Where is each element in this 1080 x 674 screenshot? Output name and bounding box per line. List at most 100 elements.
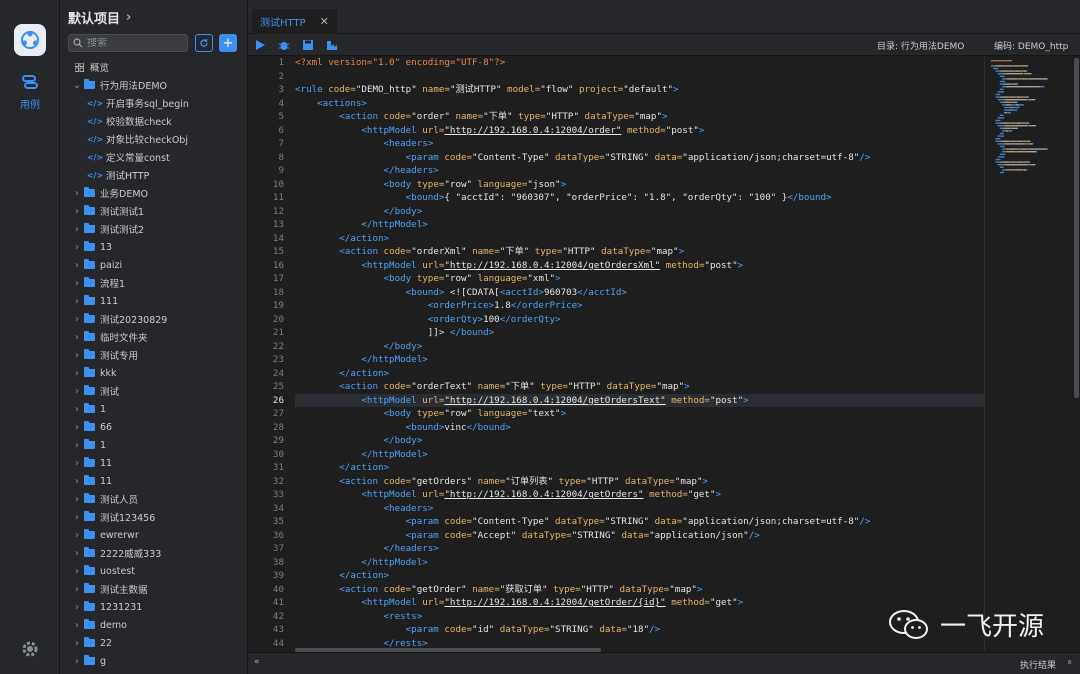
tree-file[interactable]: </> 对象比较checkObj <box>60 130 247 148</box>
chevron-right-icon[interactable]: › <box>72 206 82 217</box>
code-line[interactable]: <httpModel url="http://192.168.0.4:12004… <box>295 488 984 502</box>
code-line[interactable]: </headers> <box>295 164 984 178</box>
code-line[interactable]: <rests> <box>295 610 984 624</box>
code-line[interactable]: <param code="Accept" dataType="STRING" d… <box>295 529 984 543</box>
tree-folder[interactable]: › 业务DEMO <box>60 184 247 202</box>
code-line[interactable]: <bound>{ "acctId": "960307", "orderPrice… <box>295 191 984 205</box>
app-logo[interactable] <box>14 24 46 56</box>
code-line[interactable]: <actions> <box>295 97 984 111</box>
save-icon[interactable] <box>302 39 314 51</box>
chevron-right-icon[interactable]: › <box>72 242 82 253</box>
project-title[interactable]: 默认项目 › <box>68 7 131 27</box>
build-icon[interactable] <box>326 39 338 51</box>
tree-folder[interactable]: › 临时文件夹 <box>60 328 247 346</box>
code-line[interactable]: <bound> <![CDATA[<acctId>960703</acctId> <box>295 286 984 300</box>
code-line[interactable]: <param code="Content-Type" dataType="STR… <box>295 151 984 165</box>
vertical-scrollbar[interactable] <box>1074 58 1079 398</box>
tree-folder[interactable]: › kkk <box>60 364 247 382</box>
code-line[interactable]: <rule code="DEMO_http" name="测试HTTP" mod… <box>295 83 984 97</box>
tree-file[interactable]: </> 测试HTTP <box>60 166 247 184</box>
expand-result-icon[interactable]: « <box>1064 659 1074 665</box>
code-line[interactable]: </httpModel> <box>295 448 984 462</box>
tree-folder[interactable]: › g <box>60 652 247 670</box>
code-line[interactable]: ]]> </bound> <box>295 326 984 340</box>
code-line[interactable]: <action code="orderText" name="下单" type=… <box>295 380 984 394</box>
tree-folder[interactable]: ⌄ 行为用法DEMO <box>60 76 247 94</box>
rail-item-cases[interactable]: 用例 <box>10 74 50 114</box>
chevron-right-icon[interactable]: › <box>72 548 82 559</box>
code-line[interactable]: </headers> <box>295 542 984 556</box>
chevron-right-icon[interactable]: › <box>72 332 82 343</box>
tab-test-http[interactable]: 测试HTTP ✕ <box>252 9 337 34</box>
chevron-right-icon[interactable]: › <box>72 188 82 199</box>
chevron-right-icon[interactable]: › <box>72 638 82 649</box>
chevron-right-icon[interactable]: › <box>72 350 82 361</box>
code-line[interactable]: </body> <box>295 434 984 448</box>
chevron-right-icon[interactable]: › <box>72 368 82 379</box>
code-line[interactable]: <httpModel url="http://192.168.0.4:12004… <box>295 393 984 407</box>
code-lines[interactable]: <?xml version="1.0" encoding="UTF-8"?> <r… <box>295 56 984 650</box>
close-icon[interactable]: ✕ <box>320 15 329 28</box>
tree-folder[interactable]: › 11 <box>60 472 247 490</box>
code-line[interactable]: <orderPrice>1.8</orderPrice> <box>295 299 984 313</box>
tree-folder[interactable]: › ewrerwr <box>60 526 247 544</box>
collapse-sidebar-icon[interactable]: « <box>254 657 260 667</box>
tree-folder[interactable]: › 测试人员 <box>60 490 247 508</box>
code-line[interactable]: <httpModel url="http://192.168.0.4:12004… <box>295 259 984 273</box>
tree-folder[interactable]: › 测试 <box>60 382 247 400</box>
code-line[interactable]: <headers> <box>295 137 984 151</box>
debug-icon[interactable] <box>278 39 290 51</box>
chevron-right-icon[interactable]: › <box>72 440 82 451</box>
tree-folder[interactable]: › uostest <box>60 562 247 580</box>
add-button[interactable]: + <box>219 34 237 52</box>
tree-folder[interactable]: › 测试测试1 <box>60 202 247 220</box>
code-line[interactable]: <param code="Content-Type" dataType="STR… <box>295 515 984 529</box>
tree-folder[interactable]: › 66 <box>60 418 247 436</box>
code-line[interactable]: </body> <box>295 205 984 219</box>
chevron-right-icon[interactable]: › <box>72 404 82 415</box>
chevron-right-icon[interactable]: › <box>72 224 82 235</box>
chevron-down-icon[interactable]: ⌄ <box>72 80 82 91</box>
code-line[interactable] <box>295 70 984 84</box>
code-line[interactable]: <action code="order" name="下单" type="HTT… <box>295 110 984 124</box>
chevron-right-icon[interactable]: › <box>72 530 82 541</box>
chevron-right-icon[interactable]: › <box>72 458 82 469</box>
code-line[interactable]: <body type="row" language="text"> <box>295 407 984 421</box>
tree-file[interactable]: </> 开启事务sql_begin <box>60 94 247 112</box>
code-line[interactable]: </httpModel> <box>295 556 984 570</box>
code-line[interactable]: </body> <box>295 340 984 354</box>
result-panel-button[interactable]: 执行结果 <box>1020 658 1056 671</box>
tree-folder[interactable]: › 111 <box>60 292 247 310</box>
tree-folder[interactable]: › 测试123456 <box>60 508 247 526</box>
chevron-right-icon[interactable]: › <box>72 584 82 595</box>
code-line[interactable]: <action code="getOrder" name="获取订单" type… <box>295 583 984 597</box>
minimap[interactable] <box>984 56 1080 652</box>
code-line[interactable]: <orderQty>100</orderQty> <box>295 313 984 327</box>
tree-folder[interactable]: › 测试主数据 <box>60 580 247 598</box>
code-line[interactable]: </action> <box>295 569 984 583</box>
code-line[interactable]: <bound>vinc</bound> <box>295 421 984 435</box>
chevron-right-icon[interactable]: › <box>72 566 82 577</box>
chevron-right-icon[interactable]: › <box>72 314 82 325</box>
code-line[interactable]: </action> <box>295 461 984 475</box>
refresh-button[interactable] <box>195 34 213 52</box>
tree-item-overview[interactable]: 概览 <box>60 58 247 76</box>
code-line[interactable]: <headers> <box>295 502 984 516</box>
tree-file[interactable]: </> 定义常量const <box>60 148 247 166</box>
tree-folder[interactable]: › 22 <box>60 634 247 652</box>
chevron-right-icon[interactable]: › <box>72 620 82 631</box>
chevron-right-icon[interactable]: › <box>72 494 82 505</box>
code-line[interactable]: </httpModel> <box>295 353 984 367</box>
code-editor[interactable]: 1 2 3 4 5 6 7 8 9 10 11 12 13 14 15 16 17 18 19 20 21 22 23 24 2… <box>248 56 984 652</box>
tree-folder[interactable]: › 1 <box>60 436 247 454</box>
chevron-right-icon[interactable]: › <box>72 512 82 523</box>
tree-folder[interactable]: › 测试测试2 <box>60 220 247 238</box>
tree-folder[interactable]: › 测试20230829 <box>60 310 247 328</box>
chevron-right-icon[interactable]: › <box>72 422 82 433</box>
chevron-right-icon[interactable]: › <box>72 476 82 487</box>
settings-gear-icon[interactable] <box>19 638 41 660</box>
code-line[interactable]: <action code="getOrders" name="订单列表" typ… <box>295 475 984 489</box>
tree-folder[interactable]: › 2222威威333 <box>60 544 247 562</box>
code-line[interactable]: <param code="id" dataType="STRING" data=… <box>295 623 984 637</box>
code-line[interactable]: <body type="row" language="json"> <box>295 178 984 192</box>
